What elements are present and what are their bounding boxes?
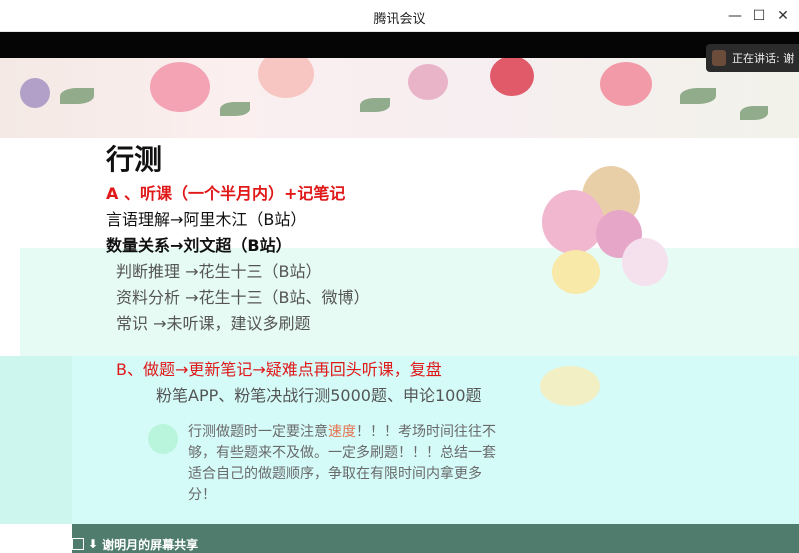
- leaf-decoration: [360, 98, 390, 112]
- download-icon: ⬇: [88, 537, 99, 551]
- maximize-icon[interactable]: ☐: [748, 6, 770, 26]
- floral-header: [0, 58, 799, 138]
- slide-line: 资料分析 →花生十三（B站、微博）: [116, 288, 370, 307]
- flower-decoration: [258, 58, 314, 98]
- screen-share-icon: [72, 538, 84, 550]
- leaf-decoration: [680, 88, 716, 104]
- flower-decoration: [150, 62, 210, 112]
- glitch-panel: [0, 524, 72, 553]
- slide-line: 粉笔APP、粉笔决战行测5000题、申论100题: [156, 386, 482, 405]
- share-owner-label: 谢明月的屏幕共享: [102, 537, 199, 552]
- section-a: A 、听课（一个半月内）+记笔记: [106, 184, 346, 203]
- flower-decoration: [408, 64, 448, 100]
- minimize-icon[interactable]: —: [724, 6, 746, 26]
- slide-line: 言语理解→阿里木江（B站）: [106, 210, 307, 229]
- flower-decoration: [600, 62, 652, 106]
- slide-line: 判断推理 →花生十三（B站）: [116, 262, 322, 281]
- speaking-label: 正在讲话: 谢: [732, 52, 795, 65]
- flower-decoration: [20, 78, 50, 108]
- speaking-indicator[interactable]: 正在讲话: 谢: [706, 44, 799, 72]
- toolbar-strip: [0, 32, 799, 58]
- window-title: 腾讯会议: [373, 12, 426, 27]
- balloon-illustration: [530, 166, 680, 416]
- bullet-dot: [148, 424, 178, 454]
- leaf-decoration: [220, 102, 250, 116]
- close-icon[interactable]: ✕: [772, 6, 794, 26]
- slide-heading: 行测: [106, 143, 163, 176]
- leaf-decoration: [740, 106, 768, 120]
- slide-line: 数量关系→刘文超（B站）: [106, 236, 292, 255]
- shared-slide: 行测 A 、听课（一个半月内）+记笔记 言语理解→阿里木江（B站） 数量关系→刘…: [0, 58, 799, 524]
- avatar: [712, 50, 726, 66]
- glitch-panel: [0, 356, 72, 524]
- slide-line: 常识 →未听课，建议多刷题: [116, 314, 311, 333]
- tip-text: 行测做题时一定要注意速度！！！考场时间往往不够，有些题来不及做。一定多刷题！！！…: [188, 424, 496, 503]
- flower-decoration: [490, 58, 534, 96]
- title-bar: 腾讯会议 — ☐ ✕: [0, 0, 799, 32]
- leaf-decoration: [60, 88, 94, 104]
- section-b: B、做题→更新笔记→疑难点再回头听课，复盘: [116, 360, 442, 379]
- screen-share-label[interactable]: ⬇ 谢明月的屏幕共享: [72, 535, 198, 553]
